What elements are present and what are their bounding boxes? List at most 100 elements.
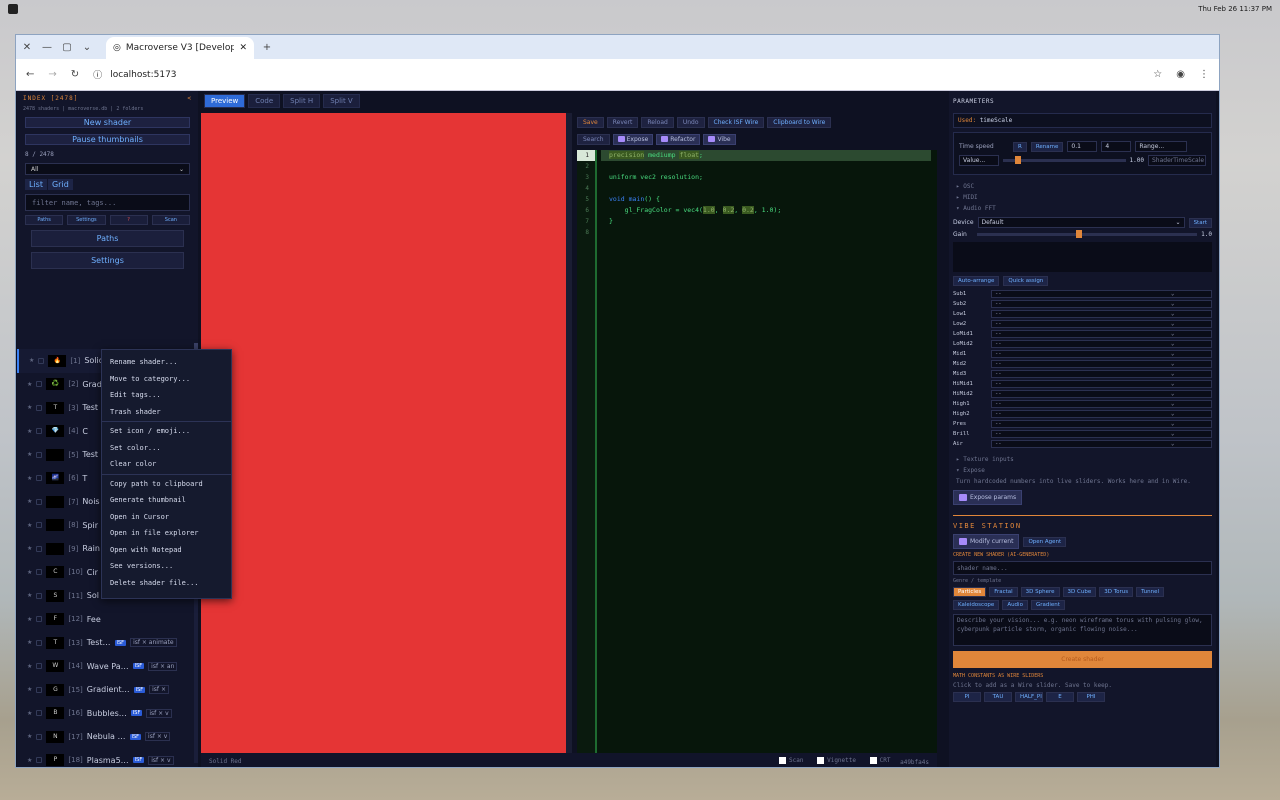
- save-button[interactable]: Save: [577, 116, 604, 128]
- math-constant-button[interactable]: PI: [953, 692, 981, 702]
- filter-input[interactable]: filter name, tags...: [25, 194, 190, 211]
- select-checkbox[interactable]: [36, 592, 43, 599]
- code-line[interactable]: uniform vec2 resolution;: [601, 172, 931, 183]
- star-icon[interactable]: ★: [27, 733, 32, 740]
- tool-help-button[interactable]: ?: [109, 215, 148, 225]
- tab-list-chevron-icon[interactable]: ⌄: [80, 42, 94, 53]
- refactor-button[interactable]: Refactor: [656, 133, 701, 145]
- menu-kebab-icon[interactable]: ⋮: [1199, 69, 1209, 80]
- star-icon[interactable]: ★: [27, 451, 32, 458]
- create-shader-button[interactable]: Create shader: [953, 651, 1212, 668]
- url-field[interactable]: ⓘ localhost:5173: [93, 68, 1139, 82]
- back-icon[interactable]: ←: [26, 69, 34, 80]
- gain-slider-thumb[interactable]: [1076, 230, 1083, 238]
- code-line[interactable]: [601, 183, 931, 194]
- shader-name-input[interactable]: shader name...: [953, 561, 1212, 575]
- menu-item[interactable]: Copy path to clipboard: [102, 476, 231, 493]
- tool-scan-button[interactable]: Scan: [151, 215, 190, 225]
- list-item[interactable]: ★ N [17] Nebula … ISF isf × v: [17, 725, 192, 749]
- select-checkbox[interactable]: [36, 616, 43, 623]
- vibe-button[interactable]: Vibe: [703, 133, 736, 145]
- grid-view-button[interactable]: Grid: [47, 179, 73, 190]
- new-shader-button[interactable]: New shader: [25, 117, 190, 128]
- tab-code[interactable]: Code: [248, 94, 281, 108]
- start-audio-button[interactable]: Start: [1188, 217, 1212, 228]
- search-button[interactable]: Search: [577, 133, 610, 145]
- genre-option[interactable]: 3D Torus: [1099, 587, 1134, 597]
- menu-item[interactable]: See versions...: [102, 558, 231, 575]
- number-token[interactable]: 0.2: [742, 206, 754, 214]
- category-select[interactable]: All ⌄: [25, 163, 190, 175]
- shader-tag[interactable]: ISF: [129, 733, 142, 740]
- genre-option[interactable]: Fractal: [989, 587, 1018, 597]
- menu-item[interactable]: Set color...: [102, 440, 231, 457]
- select-checkbox[interactable]: [38, 357, 45, 364]
- menu-item[interactable]: Open with Notepad: [102, 542, 231, 559]
- star-icon[interactable]: ★: [27, 381, 32, 388]
- shader-tag[interactable]: ISF: [130, 710, 143, 717]
- fft-channel-select[interactable]: -- ⌄: [991, 290, 1212, 298]
- site-info-icon[interactable]: ⓘ: [93, 68, 102, 81]
- star-icon[interactable]: ★: [27, 710, 32, 717]
- device-select[interactable]: Default ⌄: [977, 217, 1185, 228]
- genre-option[interactable]: 3D Cube: [1062, 587, 1097, 597]
- number-token[interactable]: 1.0: [702, 206, 715, 214]
- star-icon[interactable]: ★: [27, 639, 32, 646]
- genre-option[interactable]: Kaleidoscope: [953, 600, 1000, 610]
- star-icon[interactable]: ★: [27, 757, 32, 764]
- code-lines[interactable]: precision mediump float; uniform vec2 res…: [601, 150, 931, 238]
- auto-arrange-button[interactable]: Auto-arrange: [953, 276, 1000, 286]
- list-item[interactable]: ★ G [15] Gradient… ISF isf ×: [17, 678, 192, 702]
- star-icon[interactable]: ★: [27, 475, 32, 482]
- osc-section[interactable]: ▸ OSC: [953, 181, 1212, 192]
- select-checkbox[interactable]: [36, 733, 43, 740]
- code-line[interactable]: precision mediump float;: [601, 150, 931, 161]
- menu-item[interactable]: Trash shader: [102, 404, 231, 421]
- select-checkbox[interactable]: [36, 475, 43, 482]
- shader-tag[interactable]: isf ×: [149, 685, 169, 695]
- shader-tag[interactable]: isf × v: [145, 732, 171, 742]
- select-checkbox[interactable]: [36, 639, 43, 646]
- max-input[interactable]: 4: [1101, 141, 1132, 152]
- fft-channel-select[interactable]: -- ⌄: [991, 400, 1212, 408]
- split-divider[interactable]: [566, 113, 572, 753]
- expose-button[interactable]: Expose: [612, 133, 654, 145]
- fft-channel-select[interactable]: -- ⌄: [991, 340, 1212, 348]
- select-checkbox[interactable]: [36, 522, 43, 529]
- star-icon[interactable]: ★: [27, 498, 32, 505]
- fft-channel-select[interactable]: -- ⌄: [991, 410, 1212, 418]
- star-icon[interactable]: ★: [27, 592, 32, 599]
- fft-channel-select[interactable]: -- ⌄: [991, 430, 1212, 438]
- fft-channel-select[interactable]: -- ⌄: [991, 310, 1212, 318]
- shader-tag[interactable]: ISF: [132, 663, 145, 670]
- select-checkbox[interactable]: [36, 663, 43, 670]
- menu-item[interactable]: Clear color: [102, 456, 231, 473]
- revert-button[interactable]: Revert: [606, 116, 639, 128]
- forward-icon[interactable]: →: [48, 69, 56, 80]
- list-item[interactable]: ★ F [12] Fee: [17, 608, 192, 632]
- code-line[interactable]: [601, 227, 931, 238]
- math-constant-button[interactable]: HALF_PI: [1015, 692, 1043, 702]
- select-checkbox[interactable]: [36, 545, 43, 552]
- texture-inputs-section[interactable]: ▸ Texture inputs: [953, 454, 1212, 465]
- vignette-checkbox[interactable]: Vignette: [817, 756, 856, 764]
- menu-item[interactable]: Open in Cursor: [102, 509, 231, 526]
- math-constant-button[interactable]: PHI: [1077, 692, 1105, 702]
- fft-channel-select[interactable]: -- ⌄: [991, 370, 1212, 378]
- genre-option[interactable]: Particles: [953, 587, 987, 597]
- bookmark-star-icon[interactable]: ☆: [1153, 69, 1162, 80]
- star-icon[interactable]: ★: [27, 663, 32, 670]
- fft-channel-select[interactable]: -- ⌄: [991, 360, 1212, 368]
- code-line[interactable]: void main() {: [601, 194, 931, 205]
- menu-item[interactable]: Generate thumbnail: [102, 492, 231, 509]
- shader-tag[interactable]: isf × v: [148, 755, 174, 765]
- list-item[interactable]: ★ P [18] Plasma5… ISF isf × v: [17, 749, 192, 768]
- midi-section[interactable]: ▸ MIDI: [953, 192, 1212, 203]
- code-line[interactable]: }: [601, 216, 931, 227]
- fft-channel-select[interactable]: -- ⌄: [991, 330, 1212, 338]
- os-logo-icon[interactable]: [8, 4, 18, 14]
- menu-item[interactable]: Open in file explorer: [102, 525, 231, 542]
- star-icon[interactable]: ★: [27, 616, 32, 623]
- expose-section[interactable]: ▾ Expose: [953, 465, 1212, 476]
- menu-item[interactable]: Delete shader file...: [102, 575, 231, 592]
